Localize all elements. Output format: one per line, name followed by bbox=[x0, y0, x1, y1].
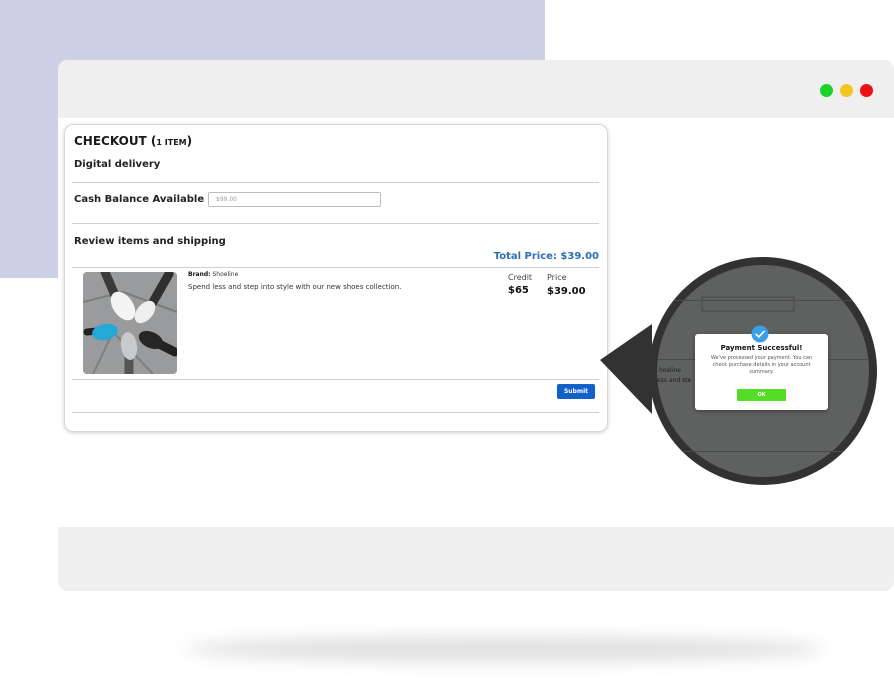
total-price: Total Price: $39.00 bbox=[493, 251, 599, 262]
credit-header: Credit bbox=[508, 273, 533, 282]
window-maximize-button[interactable] bbox=[840, 84, 853, 97]
lens-brand-fragment: hoeline bbox=[659, 367, 681, 374]
cash-balance-input[interactable] bbox=[208, 192, 381, 207]
checkout-card: CHECKOUT (1 ITEM) Digital delivery Cash … bbox=[64, 124, 608, 432]
price-value: $39.00 bbox=[547, 286, 586, 297]
payment-success-modal: Payment Successful! We've processed your… bbox=[695, 325, 828, 410]
divider bbox=[72, 182, 599, 183]
delivery-label: Digital delivery bbox=[74, 159, 161, 170]
product-brand: Brand: Shoeline bbox=[188, 271, 239, 278]
window-shadow bbox=[185, 636, 825, 662]
product-image bbox=[83, 272, 177, 374]
divider bbox=[72, 267, 599, 268]
review-items-label: Review items and shipping bbox=[74, 236, 226, 247]
lens-description-fragment: ess and ste bbox=[657, 377, 692, 384]
window-title-bar bbox=[58, 60, 894, 118]
modal-title: Payment Successful! bbox=[720, 344, 803, 352]
divider bbox=[72, 379, 599, 380]
window-footer-bar bbox=[58, 527, 894, 591]
divider bbox=[72, 223, 599, 224]
product-description: Spend less and step into style with our … bbox=[188, 283, 402, 291]
modal-message: We've processed your payment. You can ch… bbox=[710, 355, 813, 375]
price-header: Price bbox=[547, 273, 567, 282]
cash-balance-label: Cash Balance Available bbox=[74, 194, 205, 205]
sneakers-photo-icon bbox=[83, 272, 177, 374]
checkmark-badge-icon bbox=[751, 325, 769, 343]
window-minimize-button[interactable] bbox=[820, 84, 833, 97]
modal-ok-button[interactable]: OK bbox=[737, 389, 786, 401]
submit-button[interactable]: Submit bbox=[557, 384, 595, 399]
checkout-item-count: 1 ITEM bbox=[156, 138, 187, 147]
credit-value: $65 bbox=[508, 285, 529, 296]
window-close-button[interactable] bbox=[860, 84, 873, 97]
checkout-title: CHECKOUT (1 ITEM) bbox=[74, 134, 193, 148]
divider bbox=[72, 412, 599, 413]
